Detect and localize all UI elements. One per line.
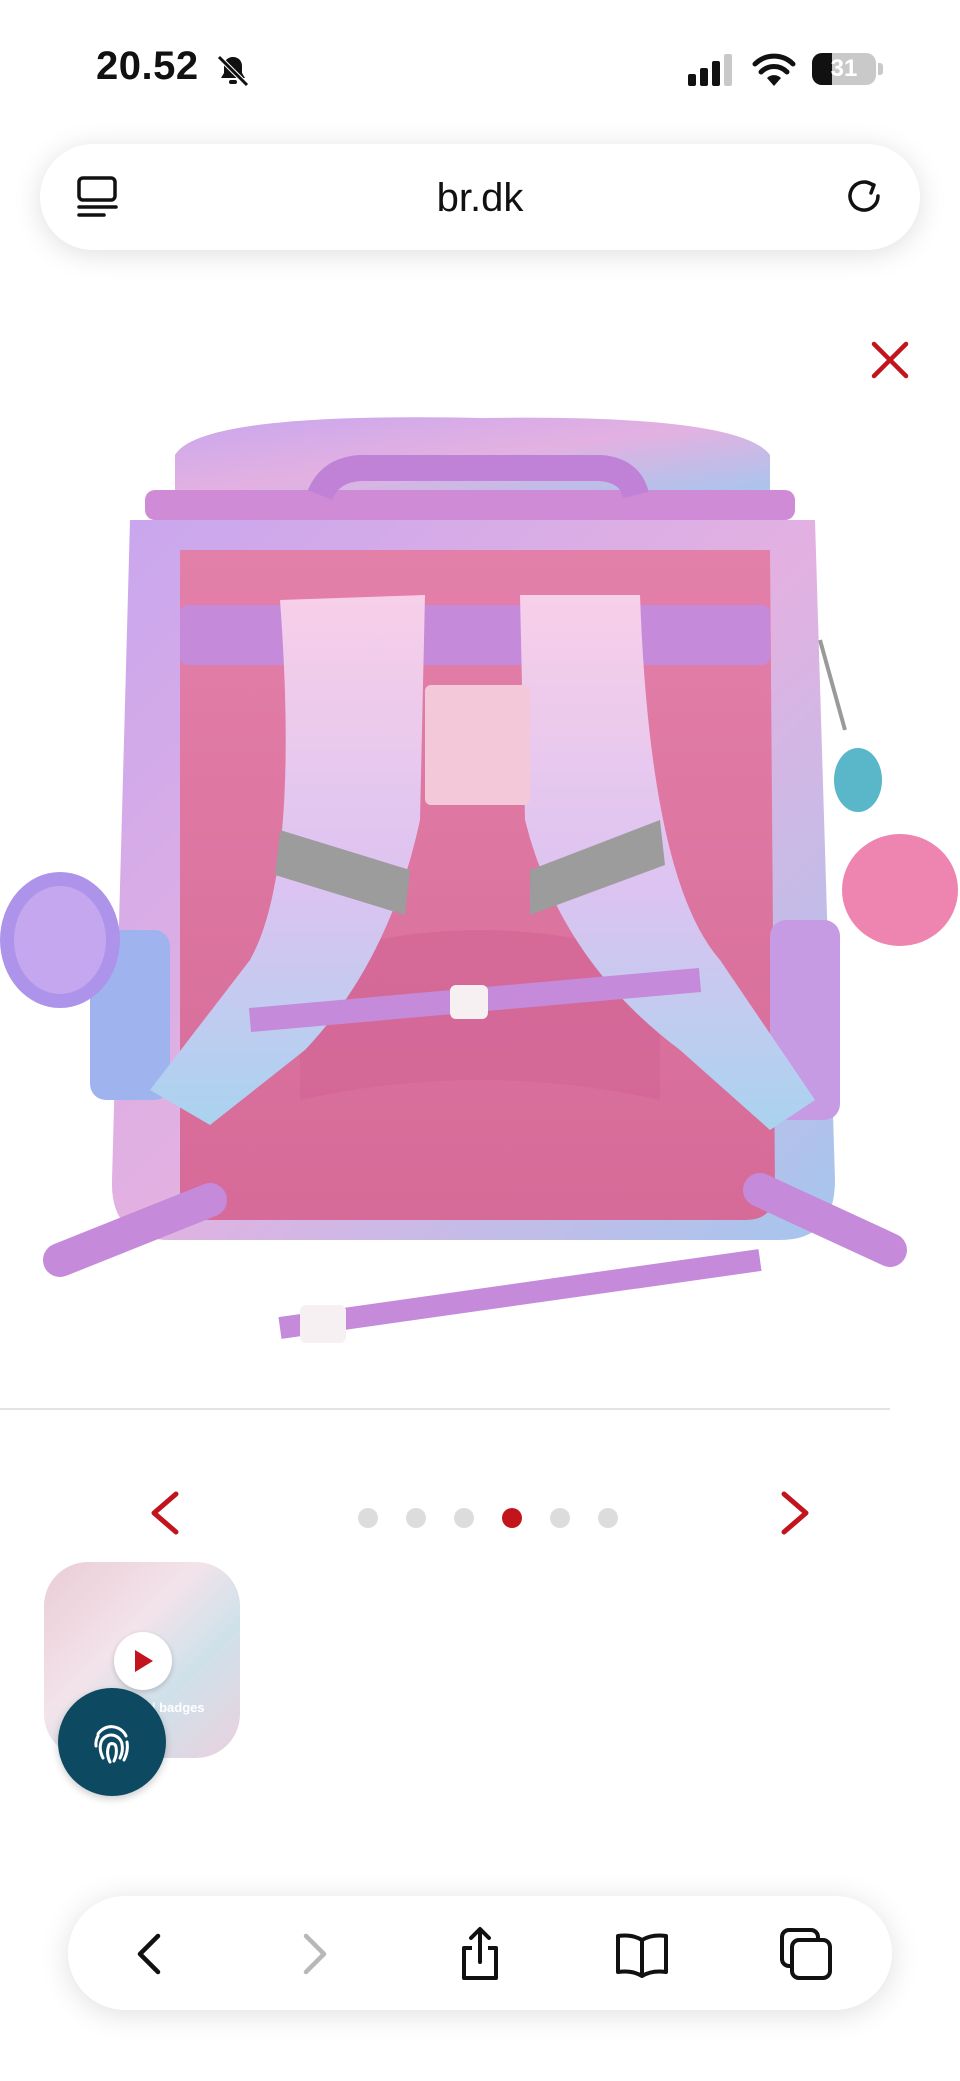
wifi-icon [752, 53, 796, 86]
close-icon[interactable] [866, 336, 914, 384]
signal-icon [688, 54, 732, 86]
forward-icon[interactable] [286, 1926, 342, 1982]
back-icon[interactable] [122, 1926, 178, 1982]
play-icon [135, 1650, 153, 1672]
tabs-icon[interactable] [778, 1926, 834, 1982]
bell-slash-icon [217, 55, 249, 87]
fingerprint-button[interactable] [58, 1688, 166, 1796]
address-bar[interactable]: br.dk [40, 144, 920, 250]
carousel-dots [358, 1508, 618, 1528]
battery-icon: 31 [812, 53, 876, 85]
play-button[interactable] [114, 1632, 172, 1690]
browser-toolbar [68, 1896, 892, 2010]
carousel-dot[interactable] [550, 1508, 570, 1528]
carousel-dot[interactable] [358, 1508, 378, 1528]
status-time: 20.52 [96, 44, 199, 88]
carousel-dot[interactable] [454, 1508, 474, 1528]
next-image-icon[interactable] [774, 1488, 818, 1538]
battery-level: 31 [830, 55, 858, 82]
battery-tip [878, 63, 883, 75]
bookmarks-icon[interactable] [614, 1926, 670, 1982]
share-icon[interactable] [452, 1926, 508, 1982]
url-domain[interactable]: br.dk [40, 176, 920, 221]
divider [0, 1408, 890, 1410]
carousel-dot[interactable] [502, 1508, 522, 1528]
fingerprint-icon [94, 1725, 129, 1764]
carousel-dot[interactable] [406, 1508, 426, 1528]
status-bar: 20.52 31 [0, 0, 960, 140]
previous-image-icon[interactable] [142, 1488, 186, 1538]
product-image[interactable] [0, 400, 960, 1390]
carousel-dot[interactable] [598, 1508, 618, 1528]
reload-icon[interactable] [842, 174, 886, 218]
